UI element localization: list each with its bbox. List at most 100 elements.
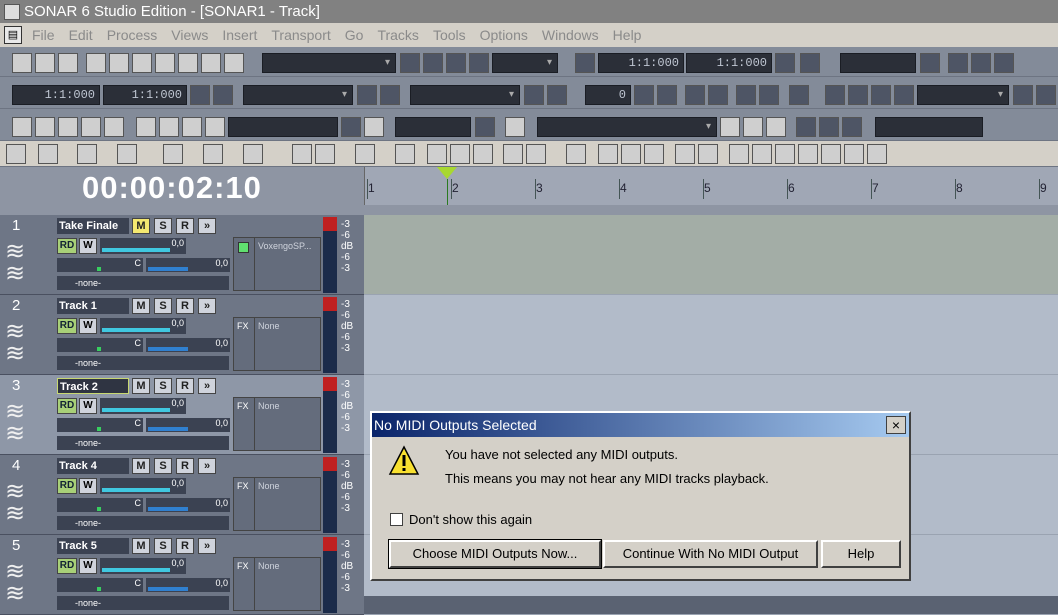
loop-icon[interactable]	[575, 53, 595, 73]
clip-icon[interactable]	[598, 144, 618, 164]
write-automation-button[interactable]: W	[79, 478, 97, 494]
mute-button[interactable]: M	[132, 298, 150, 314]
meter-icon[interactable]	[644, 144, 664, 164]
view-c-icon[interactable]	[775, 144, 795, 164]
snap-icon[interactable]	[524, 85, 544, 105]
toolbar-combo-5[interactable]: ▾	[917, 85, 1009, 105]
mute-button[interactable]: M	[132, 378, 150, 394]
snap-grid-icon[interactable]	[547, 85, 567, 105]
new-icon[interactable]	[12, 53, 32, 73]
output-route-select[interactable]: -none-	[57, 276, 229, 290]
view-d-icon[interactable]	[798, 144, 818, 164]
fx-b-icon[interactable]	[819, 117, 839, 137]
send-slider[interactable]: 0,0	[146, 578, 230, 592]
menu-edit[interactable]: Edit	[69, 27, 93, 43]
marker-icon[interactable]	[400, 53, 420, 73]
record-mode-icon[interactable]	[685, 85, 705, 105]
track-strip-3[interactable]: 3 ≋ ≋ Track 2 M S R » RD W 0,0 C 0,0 -non…	[0, 375, 364, 455]
fit-icon[interactable]	[427, 144, 447, 164]
marker-next-icon[interactable]	[423, 53, 443, 73]
send-slider[interactable]: 0,0	[146, 338, 230, 352]
track-view-icon[interactable]	[12, 117, 32, 137]
punch-set-icon[interactable]	[994, 53, 1014, 73]
help-icon[interactable]	[224, 53, 244, 73]
mute-button[interactable]: M	[132, 458, 150, 474]
tempo-display[interactable]: 0	[585, 85, 631, 105]
stop-icon[interactable]	[159, 117, 179, 137]
dont-show-again-label[interactable]: Don't show this again	[409, 512, 532, 527]
play-icon[interactable]	[182, 117, 202, 137]
midi-icon[interactable]	[848, 85, 868, 105]
volume-slider[interactable]: 0,0	[100, 478, 186, 494]
solo-button[interactable]: S	[154, 218, 172, 234]
output-route-select[interactable]: -none-	[57, 516, 229, 530]
view-b-icon[interactable]	[752, 144, 772, 164]
mute-button[interactable]: M	[132, 218, 150, 234]
pan-slider[interactable]: C	[57, 498, 143, 512]
clip-indicator[interactable]	[323, 377, 337, 391]
view-e-icon[interactable]	[821, 144, 841, 164]
toolbar-combo-6[interactable]: ▾	[537, 117, 717, 137]
loop-set-icon[interactable]	[775, 53, 795, 73]
punch-icon[interactable]	[920, 53, 940, 73]
marker-add-icon[interactable]	[446, 53, 466, 73]
input-echo-button[interactable]: »	[198, 538, 216, 554]
record-arm-button[interactable]: R	[176, 538, 194, 554]
list-view-icon[interactable]	[505, 117, 525, 137]
piano-roll-icon[interactable]	[35, 117, 55, 137]
track-strip-1[interactable]: 1 ≋ ≋ Take Finale M S R » RD W 0,0 C 0,0 …	[0, 215, 364, 295]
fx-plugin-name[interactable]: VoxengoSP...	[258, 241, 311, 251]
volume-slider[interactable]: 0,0	[100, 318, 186, 334]
menu-help[interactable]: Help	[613, 27, 642, 43]
read-automation-button[interactable]: RD	[57, 558, 77, 574]
snap-tool-icon[interactable]	[395, 144, 415, 164]
menu-go[interactable]: Go	[345, 27, 364, 43]
fx-a-icon[interactable]	[796, 117, 816, 137]
view-g-icon[interactable]	[867, 144, 887, 164]
lock-icon[interactable]	[743, 117, 763, 137]
toolbar-combo-2[interactable]: ▾	[492, 53, 558, 73]
event-list-icon[interactable]	[81, 117, 101, 137]
clip-indicator[interactable]	[323, 297, 337, 311]
audio-icon[interactable]	[475, 117, 495, 137]
menu-transport[interactable]: Transport	[271, 27, 330, 43]
pan-slider[interactable]: C	[57, 258, 143, 272]
note-icon[interactable]	[657, 85, 677, 105]
fx-bin[interactable]: FX None	[233, 557, 321, 611]
arm-icon[interactable]	[766, 117, 786, 137]
scrub-icon[interactable]	[341, 117, 361, 137]
paste-icon[interactable]	[132, 53, 152, 73]
menu-file[interactable]: File	[32, 27, 55, 43]
screen-icon[interactable]	[825, 85, 845, 105]
send-slider[interactable]: 0,0	[146, 498, 230, 512]
console-icon[interactable]	[58, 117, 78, 137]
record-arm-button[interactable]: R	[176, 218, 194, 234]
output-route-select[interactable]: -none-	[57, 596, 229, 610]
record-arm-button[interactable]: R	[176, 458, 194, 474]
mute-speaker-icon[interactable]	[736, 85, 756, 105]
dialog-help-button[interactable]: Help	[821, 540, 901, 568]
align-icon[interactable]	[698, 144, 718, 164]
fx-bin[interactable]: FX None	[233, 397, 321, 451]
cut-icon[interactable]	[86, 53, 106, 73]
midi-out-icon[interactable]	[1036, 85, 1056, 105]
dialog-close-button[interactable]: ×	[886, 416, 906, 434]
input-echo-button[interactable]: »	[198, 218, 216, 234]
track-name[interactable]: Track 1	[57, 298, 129, 314]
solo-button[interactable]: S	[154, 298, 172, 314]
clip-lane-2[interactable]	[364, 295, 1058, 375]
track-strip-2[interactable]: 2 ≋ ≋ Track 1 M S R » RD W 0,0 C 0,0 -non…	[0, 295, 364, 375]
input-echo-button[interactable]: »	[198, 378, 216, 394]
volume-slider[interactable]: 0,0	[100, 238, 186, 254]
track-strip-5[interactable]: 5 ≋ ≋ Track 5 M S R » RD W 0,0 C 0,0 -non…	[0, 535, 364, 615]
print-icon[interactable]	[201, 53, 221, 73]
pan-slider[interactable]: C	[57, 418, 143, 432]
bar-graph-icon[interactable]	[621, 144, 641, 164]
toolbar-display-3[interactable]	[840, 53, 916, 73]
pan-slider[interactable]: C	[57, 578, 143, 592]
menu-tracks[interactable]: Tracks	[377, 27, 418, 43]
menu-options[interactable]: Options	[480, 27, 528, 43]
fx-bin[interactable]: FX None	[233, 317, 321, 371]
track-name[interactable]: Track 4	[57, 458, 129, 474]
solo-button[interactable]: S	[154, 458, 172, 474]
